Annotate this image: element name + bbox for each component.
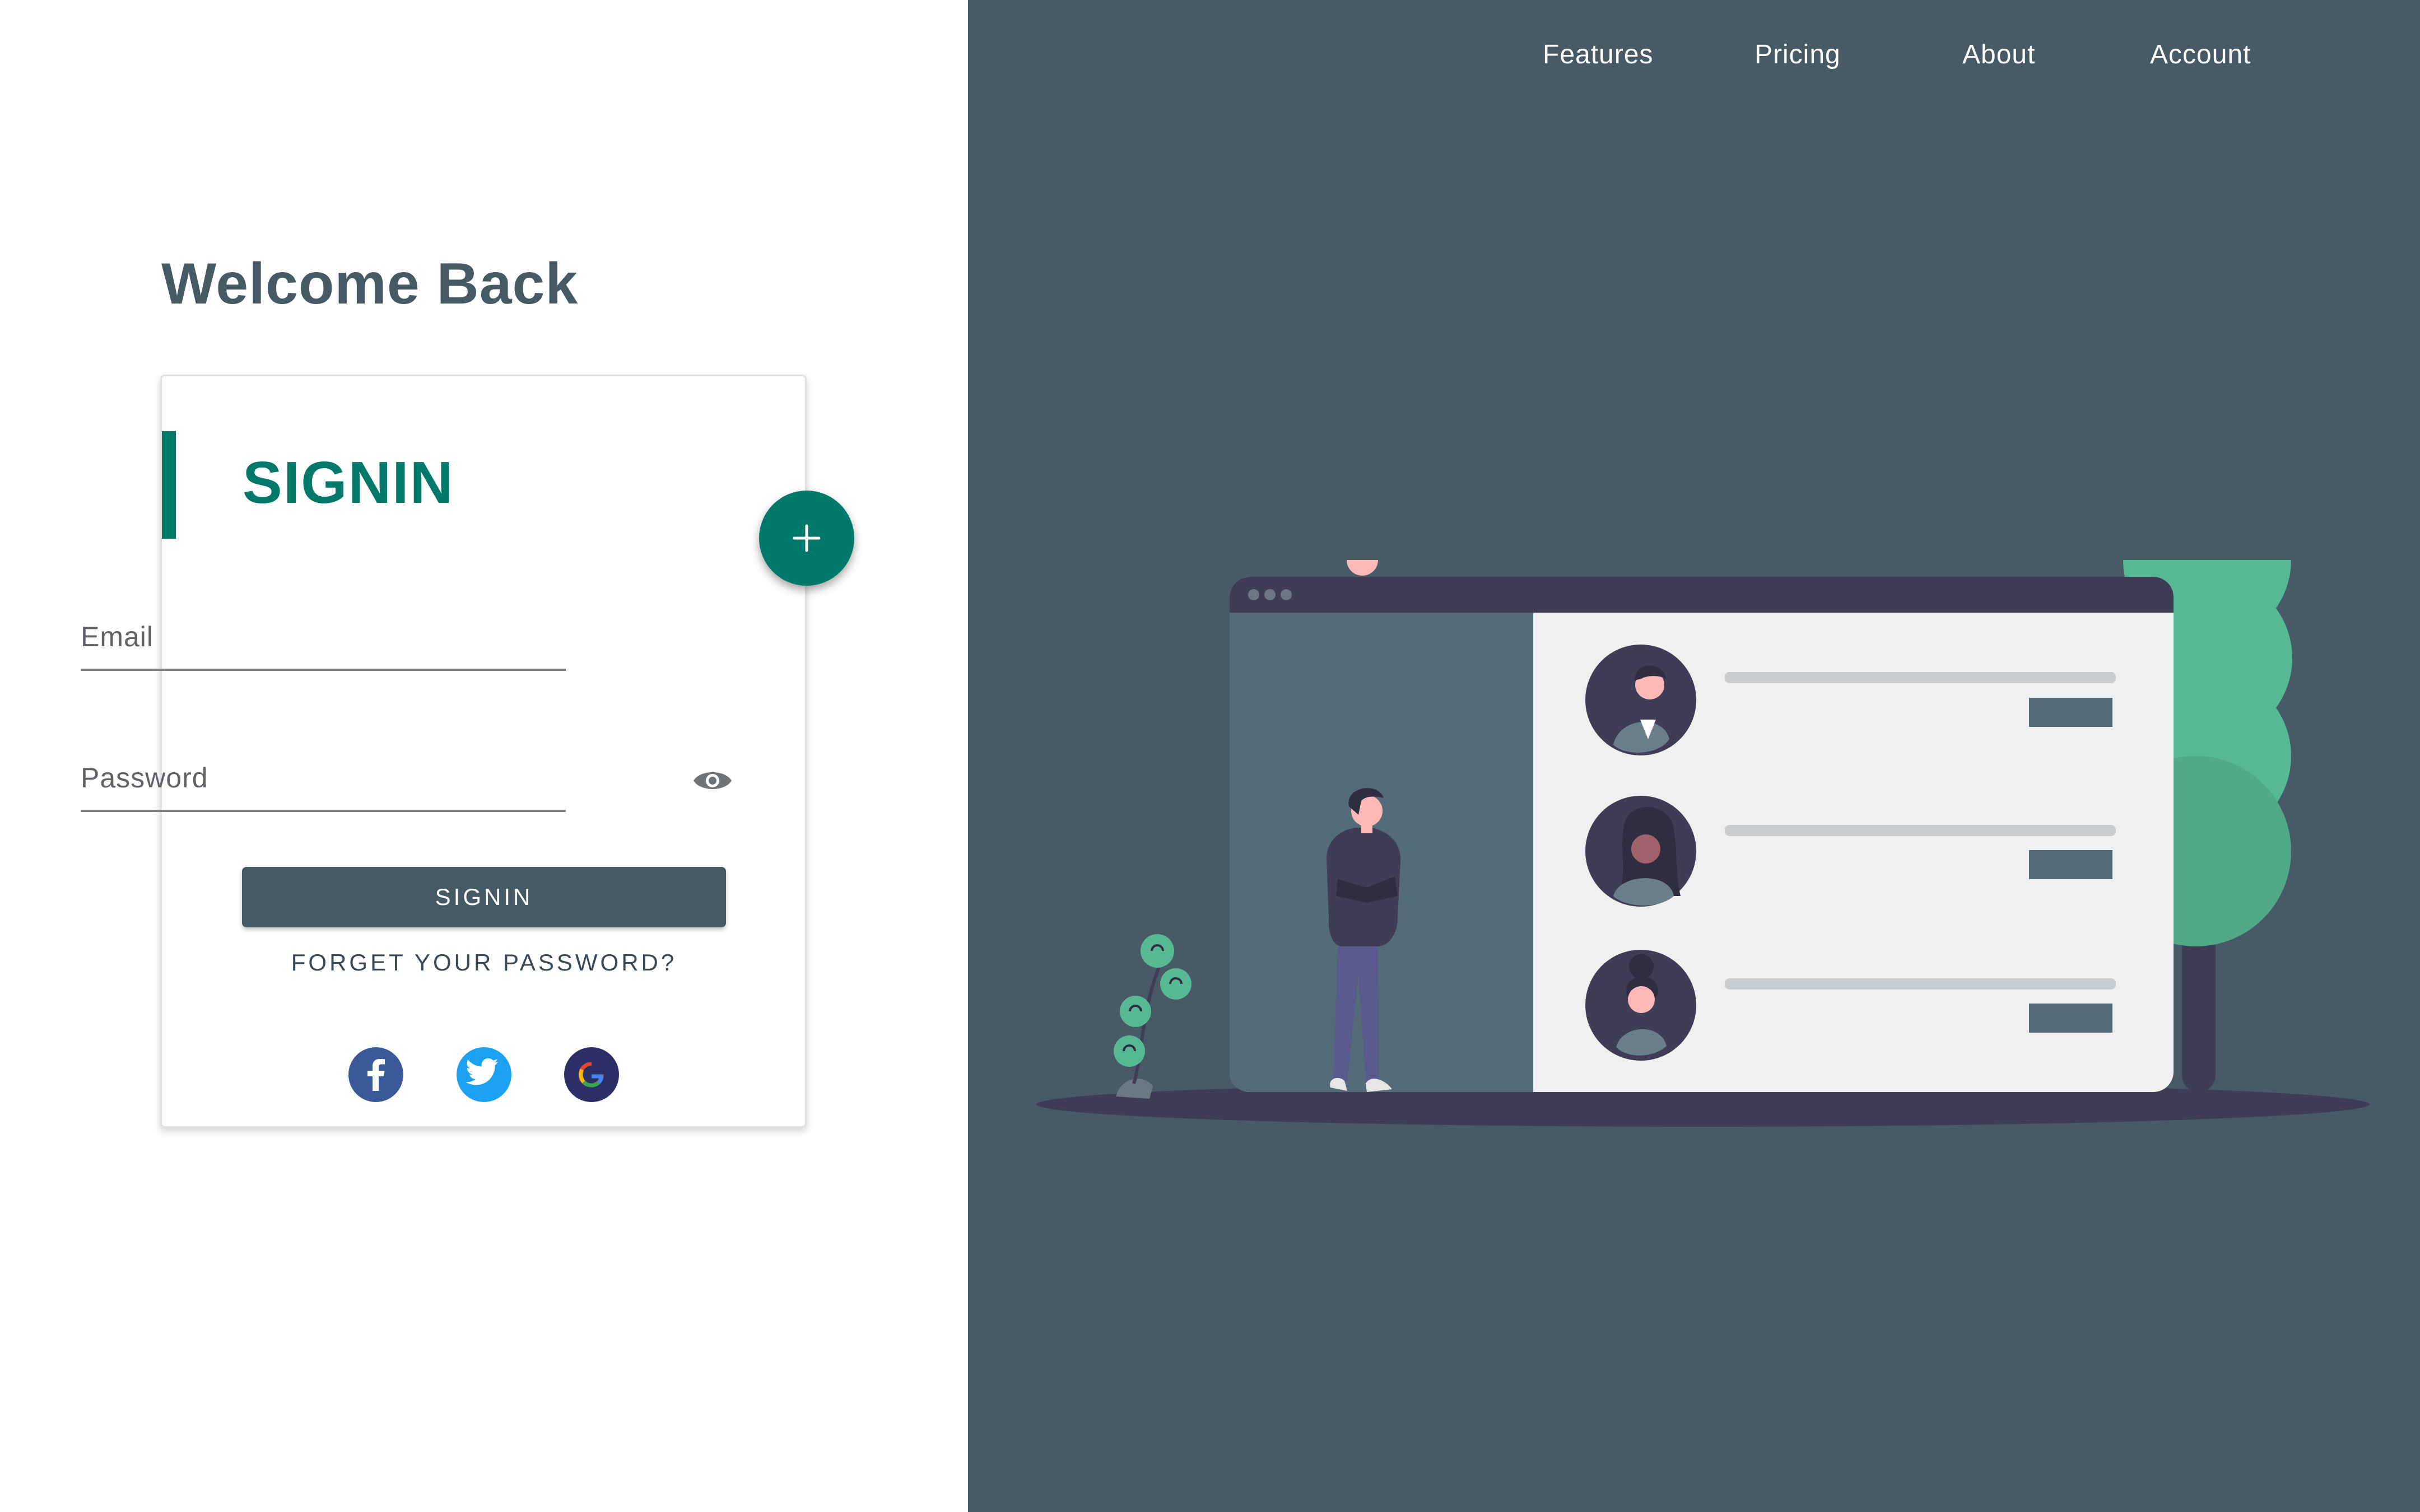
password-underline <box>81 810 566 812</box>
nav-features[interactable]: Features <box>1543 39 1653 70</box>
top-nav: Features Pricing About Account <box>0 39 2420 73</box>
google-icon[interactable] <box>564 1047 619 1102</box>
nav-pricing[interactable]: Pricing <box>1755 39 1841 70</box>
signin-button[interactable]: SIGNIN <box>242 867 726 927</box>
card-accent-bar <box>162 431 176 539</box>
facebook-icon[interactable] <box>348 1047 403 1102</box>
email-placeholder: Email <box>81 621 154 652</box>
add-fab-button[interactable] <box>759 491 854 586</box>
welcome-heading: Welcome Back <box>161 251 579 316</box>
show-password-eye-icon[interactable] <box>692 767 733 794</box>
nav-account[interactable]: Account <box>2150 39 2251 70</box>
user-list-illustration <box>1036 560 2370 1127</box>
signin-card: SIGNIN <box>160 375 807 1128</box>
twitter-icon[interactable] <box>457 1047 511 1102</box>
email-underline <box>81 669 566 671</box>
forgot-password-link[interactable]: FORGET YOUR PASSWORD? <box>242 949 726 976</box>
plus-icon <box>793 524 821 552</box>
password-placeholder: Password <box>81 762 208 794</box>
nav-about[interactable]: About <box>1962 39 2035 70</box>
signin-card-title: SIGNIN <box>243 450 454 516</box>
email-field[interactable]: Email <box>81 620 566 674</box>
signin-pane: Welcome Back SIGNIN Email Password SIGNI… <box>0 0 968 1512</box>
password-field[interactable]: Password <box>81 762 566 815</box>
